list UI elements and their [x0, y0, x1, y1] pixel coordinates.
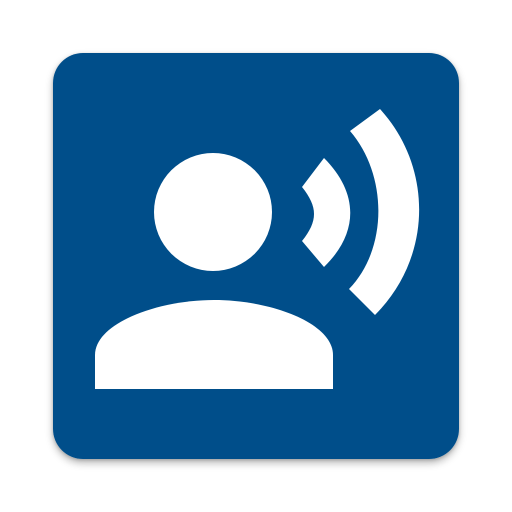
app-icon-graphic [53, 53, 459, 459]
app-icon[interactable] [53, 53, 459, 459]
person-head [154, 153, 272, 271]
canvas [0, 0, 512, 512]
